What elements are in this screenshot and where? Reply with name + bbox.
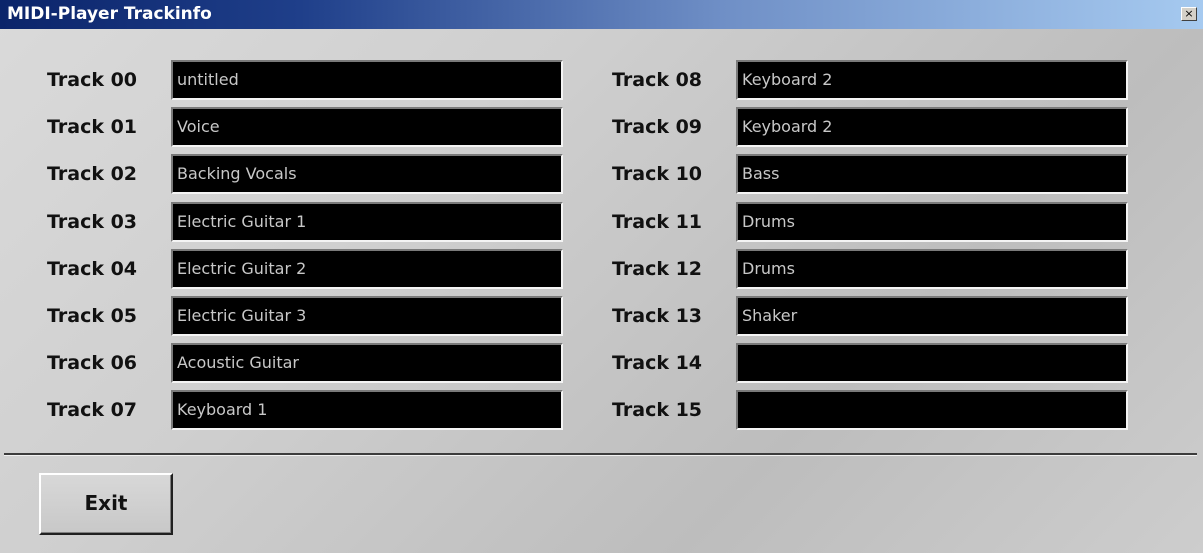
window-title: MIDI-Player Trackinfo: [7, 4, 212, 24]
track-label-00: Track 00: [47, 69, 138, 91]
track-name-field-11[interactable]: Drums: [736, 202, 1128, 242]
track-name-field-00[interactable]: untitled: [171, 60, 563, 100]
track-name-field-12[interactable]: Drums: [736, 249, 1128, 289]
track-label-11: Track 11: [612, 211, 703, 233]
track-name-field-13[interactable]: Shaker: [736, 296, 1128, 336]
track-label-07: Track 07: [47, 399, 138, 421]
track-label-08: Track 08: [612, 69, 703, 91]
track-name-field-07[interactable]: Keyboard 1: [171, 390, 563, 430]
track-label-06: Track 06: [47, 352, 138, 374]
track-label-05: Track 05: [47, 305, 138, 327]
track-label-03: Track 03: [47, 211, 138, 233]
track-label-14: Track 14: [612, 352, 703, 374]
close-icon[interactable]: ×: [1181, 7, 1197, 21]
separator: [4, 453, 1197, 456]
trackinfo-window: MIDI-Player Trackinfo × Track 00 untitled…: [0, 0, 1203, 553]
track-name-field-01[interactable]: Voice: [171, 107, 563, 147]
track-name-field-02[interactable]: Backing Vocals: [171, 154, 563, 194]
track-name-field-05[interactable]: Electric Guitar 3: [171, 296, 563, 336]
track-label-10: Track 10: [612, 163, 703, 185]
track-name-field-08[interactable]: Keyboard 2: [736, 60, 1128, 100]
track-label-02: Track 02: [47, 163, 138, 185]
track-name-field-04[interactable]: Electric Guitar 2: [171, 249, 563, 289]
track-label-15: Track 15: [612, 399, 703, 421]
track-name-field-06[interactable]: Acoustic Guitar: [171, 343, 563, 383]
track-name-field-03[interactable]: Electric Guitar 1: [171, 202, 563, 242]
track-label-13: Track 13: [612, 305, 703, 327]
track-name-field-15[interactable]: [736, 390, 1128, 430]
track-name-field-10[interactable]: Bass: [736, 154, 1128, 194]
exit-button[interactable]: Exit: [39, 473, 173, 535]
track-label-01: Track 01: [47, 116, 138, 138]
track-label-09: Track 09: [612, 116, 703, 138]
track-label-12: Track 12: [612, 258, 703, 280]
track-name-field-09[interactable]: Keyboard 2: [736, 107, 1128, 147]
track-name-field-14[interactable]: [736, 343, 1128, 383]
track-label-04: Track 04: [47, 258, 138, 280]
title-bar[interactable]: MIDI-Player Trackinfo ×: [0, 0, 1203, 29]
